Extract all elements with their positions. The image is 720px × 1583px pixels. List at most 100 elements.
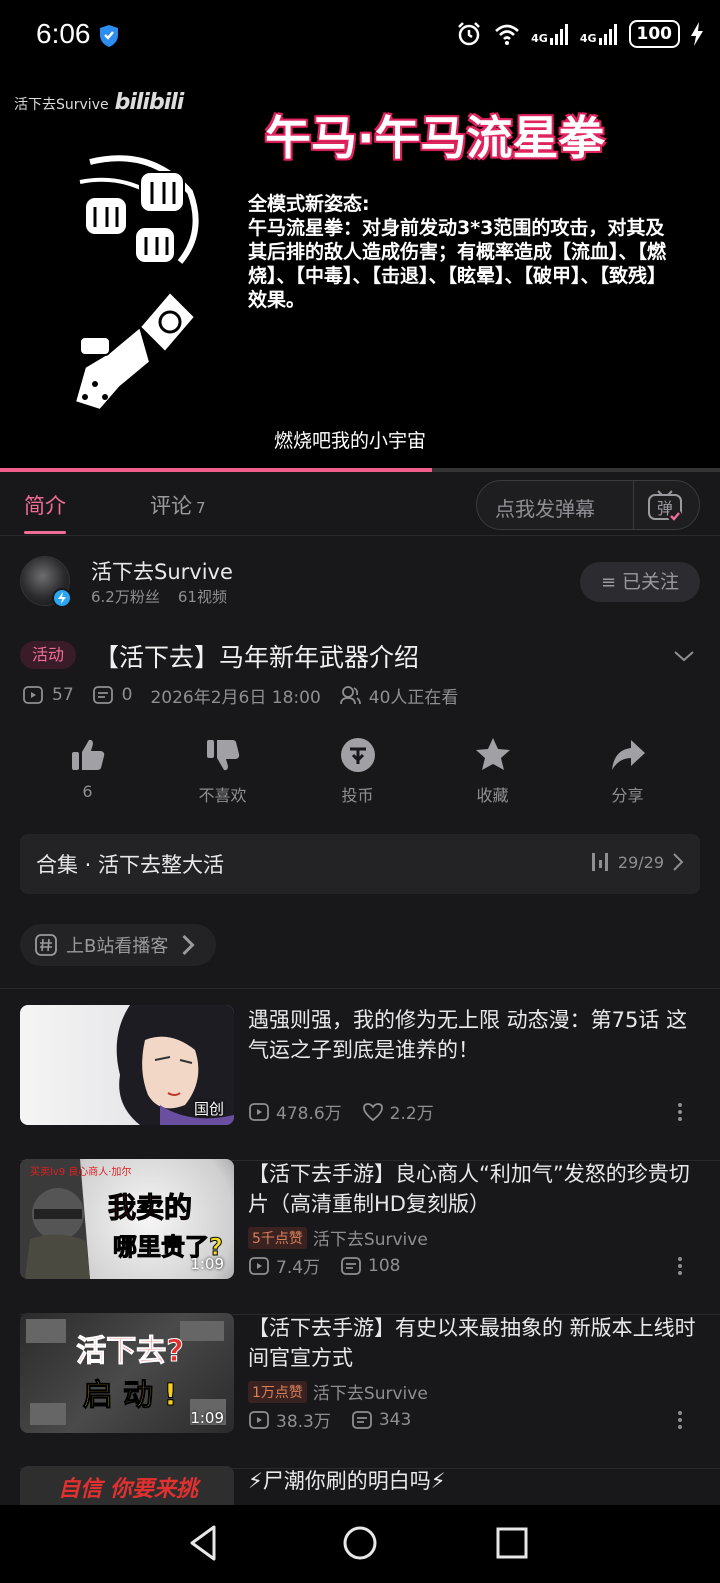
dislike-label: 不喜欢: [198, 786, 247, 805]
content-panel: 简介 评论 7 点我发弹幕 弹 活下去Survive 6.2万粉丝 61视频 ≡ 已关…: [0, 472, 720, 1505]
tab-intro[interactable]: 简介: [24, 490, 66, 520]
list-item[interactable]: 国创 遇强则强，我的修为无上限 动态漫：第75话 这气运之子到底是谁养的！ 47…: [0, 1005, 720, 1161]
share-label: 分享: [611, 786, 644, 805]
tab-comments-label: 评论: [150, 494, 192, 518]
uploader-row: 活下去Survive 6.2万粉丝 61视频 ≡ 已关注: [0, 552, 720, 616]
recents-square-icon[interactable]: [490, 1521, 534, 1565]
chevron-right-icon: [182, 934, 195, 956]
coin-label: 投币: [341, 786, 374, 805]
status-bar: 6:06 4G 4G 100: [0, 0, 720, 72]
rec-stats: 478.6万 2.2万: [248, 1099, 434, 1124]
playlist-bars-icon: [591, 853, 608, 871]
thumbs-up-icon: [71, 739, 104, 770]
duration-badge: 1:09: [190, 1409, 224, 1427]
hashtag-icon: [35, 934, 57, 956]
favorite-button[interactable]: 收藏: [425, 736, 560, 816]
like-count: 6: [82, 782, 93, 801]
play-count-icon: [249, 1256, 269, 1275]
dislike-button[interactable]: 不喜欢: [155, 736, 290, 816]
net-type-2: 4G: [579, 32, 597, 45]
rec-title: 【活下去手游】良心商人“利加气”发怒的珍贵切片（高清重制HD复刻版）: [248, 1162, 690, 1216]
menu-icon: ≡: [600, 572, 617, 593]
duration-badge: 1:09: [190, 1255, 224, 1273]
publish-date: 2026年2月6日 18:00: [150, 687, 321, 708]
rec-uploader: 活下去Survive: [312, 1384, 428, 1404]
activity-tag[interactable]: 活动: [20, 641, 77, 669]
hashtag-chip[interactable]: 上B站看播客: [20, 924, 217, 966]
more-options-icon[interactable]: [676, 1101, 684, 1123]
rec-stats: 7.4万 108: [248, 1253, 401, 1278]
list-item[interactable]: 我卖的 哪里贵了? 买卖lv9 良心商人·加尔 1:09 【活下去手游】良心商人…: [0, 1159, 720, 1315]
collection-progress: 29/29: [591, 852, 684, 872]
rec-title: 遇强则强，我的修为无上限 动态漫：第75话 这气运之子到底是谁养的！: [248, 1008, 688, 1062]
action-bar: 6 不喜欢 投币 收藏 分享: [0, 736, 720, 816]
hashtag-label: 上B站看播客: [66, 936, 169, 957]
play-count-icon: [249, 1410, 269, 1429]
thumb-caption: 买卖lv9 良心商人·加尔: [30, 1165, 131, 1178]
watching-people-icon: [339, 686, 361, 705]
home-circle-icon[interactable]: [338, 1521, 382, 1565]
charging-icon: [691, 22, 703, 46]
share-button[interactable]: 分享: [560, 736, 695, 816]
more-options-icon[interactable]: [676, 1409, 684, 1431]
danmaku-count-icon: [351, 1410, 372, 1429]
rec-views: 7.4万: [276, 1258, 321, 1278]
coin-button[interactable]: 投币: [290, 736, 425, 816]
status-time: 6:06: [36, 18, 91, 49]
thumbnail[interactable]: 国创: [20, 1005, 234, 1125]
share-arrow-icon: [611, 740, 645, 770]
star-icon: [475, 738, 510, 770]
thumb-overlay-text-2: 启 动 !: [83, 1378, 178, 1413]
shield-icon: [100, 25, 118, 47]
danmaku-count: 0: [121, 685, 133, 705]
list-item[interactable]: 活下去? 启 动 ! 1:09 【活下去手游】有史以来最抽象的 新版本上线时间官…: [0, 1313, 720, 1469]
uploader-name[interactable]: 活下去Survive: [91, 556, 233, 586]
rec-uploader-row: 1万点赞 活下去Survive: [248, 1379, 428, 1404]
chevron-down-icon[interactable]: [672, 644, 696, 668]
wifi-icon: [495, 24, 519, 45]
danmaku-count-icon: [92, 686, 113, 704]
rec-likes: 2.2万: [389, 1104, 434, 1124]
danmaku-toggle-icon[interactable]: 弹: [647, 489, 683, 523]
tab-bar: 简介 评论 7 点我发弹幕 弹: [0, 472, 720, 536]
status-icons: 4G 4G 100: [455, 20, 704, 48]
tab-comments[interactable]: 评论 7: [150, 490, 206, 520]
danmaku-input[interactable]: 点我发弹幕 弹: [476, 480, 700, 530]
list-item[interactable]: 自信 你要来挑 ⚡尸潮你刷的明白吗⚡: [0, 1466, 720, 1505]
rec-views: 38.3万: [276, 1412, 331, 1432]
rec-uploader-row: 5千点赞 活下去Survive: [248, 1225, 428, 1250]
rec-danmaku: 108: [368, 1255, 401, 1276]
net-type-1: 4G: [531, 32, 548, 45]
thumb-overlay-text-1: 自信 你要来挑: [58, 1477, 202, 1502]
video-player[interactable]: 活下去Survive bilibili 午马·午马流星拳 全模式新姿态: 午马流星…: [0, 72, 720, 472]
thumb-overlay-text-1: 我卖的: [108, 1191, 192, 1224]
follow-label: 已关注: [622, 571, 680, 593]
partial-thumbnail: 自信 你要来挑: [58, 1477, 202, 1502]
hot-tag: 1万点赞: [248, 1380, 307, 1403]
video-subtitle: 燃烧吧我的小宇宙: [273, 430, 426, 452]
thumbnail[interactable]: 自信 你要来挑: [20, 1466, 234, 1505]
thumbnail[interactable]: 活下去? 启 动 ! 1:09: [20, 1313, 234, 1433]
follow-button[interactable]: ≡ 已关注: [580, 562, 700, 602]
collection-card[interactable]: 合集 · 活下去整大活 29/29: [20, 834, 700, 894]
danmaku-divider: [633, 481, 634, 529]
thumbnail[interactable]: 我卖的 哪里贵了? 买卖lv9 良心商人·加尔 1:09: [20, 1159, 234, 1279]
back-triangle-icon[interactable]: [182, 1521, 226, 1565]
tab-comments-count: 7: [196, 499, 206, 517]
rec-views: 478.6万: [276, 1104, 342, 1124]
uploader-stats: 6.2万粉丝 61视频: [91, 586, 245, 607]
heart-icon: [362, 1102, 383, 1121]
bilibili-logo: bilibili: [114, 90, 185, 115]
uploader-fans: 6.2万粉丝: [91, 588, 160, 606]
like-button[interactable]: 6: [20, 736, 155, 816]
section-divider: [0, 988, 720, 989]
tab-active-indicator: [24, 531, 66, 534]
favorite-label: 收藏: [476, 786, 509, 805]
more-options-icon[interactable]: [676, 1255, 684, 1277]
video-meta-row: 57 0 2026年2月6日 18:00 40人正在看: [22, 682, 458, 708]
watching-count: 40人正在看: [368, 687, 459, 708]
verified-lightning-icon: [52, 588, 72, 608]
uploader-videos: 61视频: [177, 588, 227, 606]
meteor-fist-illustration: [73, 155, 199, 412]
watermark-text: 活下去Survive: [14, 97, 109, 113]
